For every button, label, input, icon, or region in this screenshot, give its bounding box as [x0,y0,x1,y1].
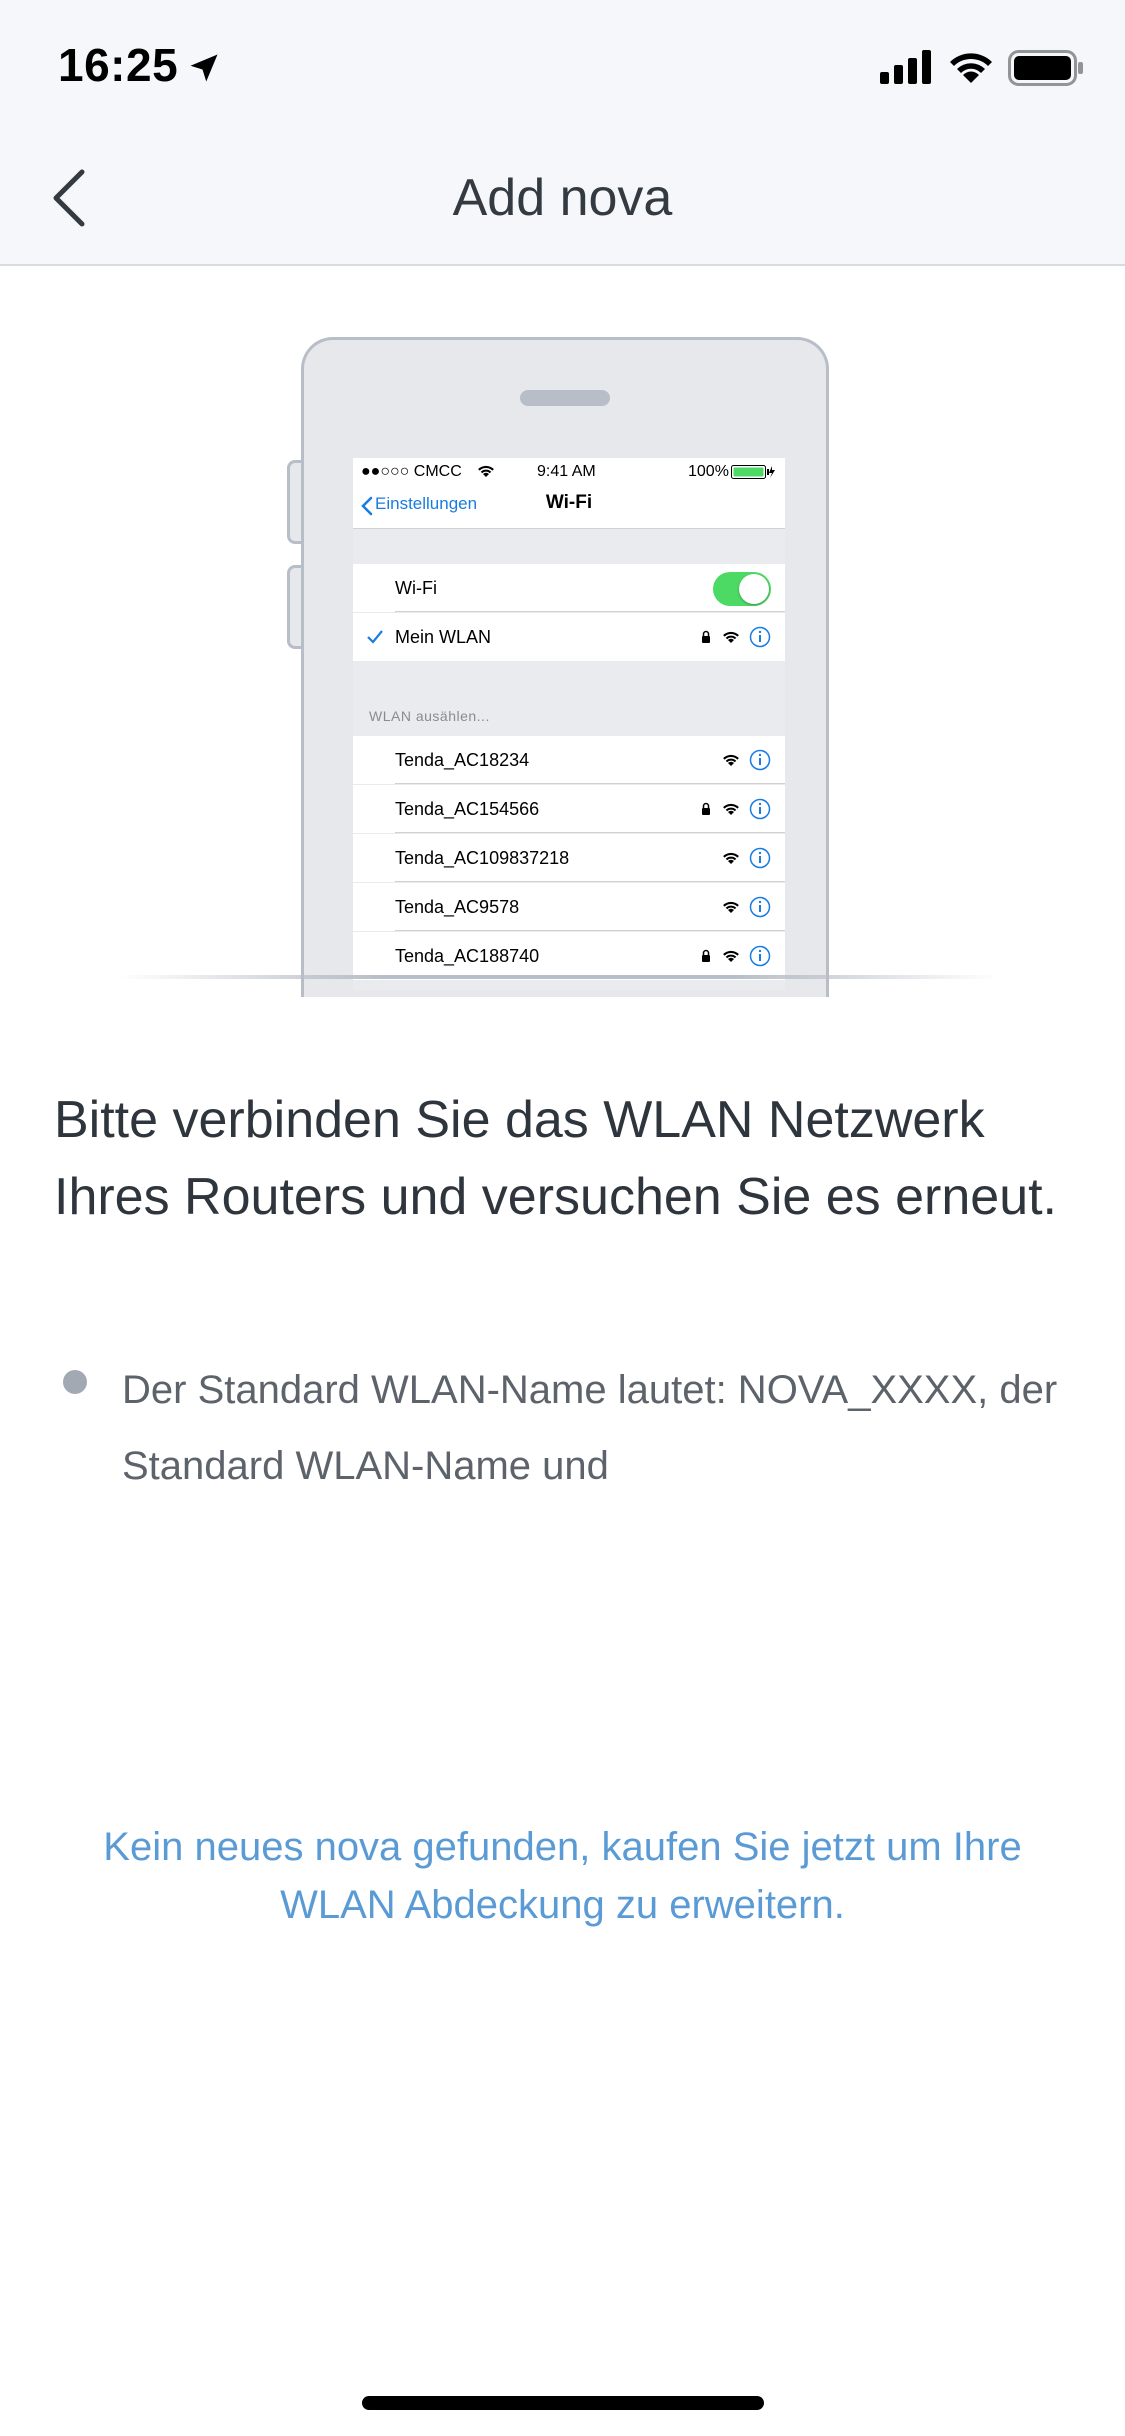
ios-network-row: Tenda_AC154566 [353,785,785,833]
network-status-icons [722,896,771,919]
battery-icon [1008,50,1083,86]
network-status-icons [722,847,771,870]
ios-wifi-toggle [713,572,771,606]
wifi-icon [950,53,992,83]
info-icon [749,847,771,869]
ios-status-bar: ●●○○○ CMCC 9:41 AM 100% [353,458,785,484]
network-name: Tenda_AC188740 [395,946,540,966]
wifi-strength-icon [723,803,739,815]
buy-nova-link[interactable]: Kein neues nova gefunden, kaufen Sie jet… [60,1818,1065,1934]
ios-battery-percent: 100% [688,463,729,480]
status-bar: 16:25 [0,0,1125,132]
page-title: Add nova [452,169,673,227]
phone-screen: ●●○○○ CMCC 9:41 AM 100% Einstellungen Wi… [353,458,785,990]
ios-wifi-icon [478,465,494,477]
network-name: Tenda_AC109837218 [395,848,570,868]
lock-icon [701,949,710,962]
ios-network-row: Tenda_AC9578 [353,883,785,931]
info-icon [749,798,771,820]
bullet-dot [63,1370,87,1394]
lock-icon [701,630,710,643]
ios-network-row: Tenda_AC18234 [353,736,785,784]
network-name: Tenda_AC18234 [395,750,530,770]
network-status-icons [722,749,771,772]
ios-carrier: ●●○○○ CMCC [361,463,462,480]
phone-wifi-illustration: ●●○○○ CMCC 9:41 AM 100% Einstellungen Wi… [118,330,998,997]
ios-section-label: WLAN ausählen... [369,708,490,724]
navigation-bar: Add nova [0,132,1125,266]
checkmark-icon [367,630,383,644]
info-icon [749,626,771,648]
ios-nav-bar: Einstellungen Wi-Fi [353,484,785,529]
cellular-signal-icon [880,50,931,84]
ios-wifi-toggle-row: Wi-Fi [353,564,785,612]
ios-network-row: Tenda_AC188740 [353,932,785,980]
status-time: 16:25 [58,39,179,91]
network-name: Tenda_AC9578 [395,897,520,917]
ios-network-row: Tenda_AC109837218 [353,834,785,882]
info-icon [749,749,771,771]
wifi-strength-icon [723,631,739,643]
phone-side-button [287,460,301,544]
wifi-strength-icon [723,901,739,913]
ios-wifi-label: Wi-Fi [395,578,437,598]
lock-icon [701,802,710,815]
wifi-strength-icon [723,754,739,766]
ios-connected-network-name: Mein WLAN [395,627,492,647]
ios-title: Wi-Fi [545,492,593,513]
network-status-icons [701,798,771,821]
location-arrow-icon [190,54,218,82]
network-name: Tenda_AC154566 [395,799,540,819]
instruction-bullet-text: Der Standard WLAN-Name lautet: NOVA_XXXX… [122,1368,1058,1488]
network-status-icons [701,626,771,649]
network-status-icons [701,945,771,968]
home-indicator [362,2396,764,2410]
illustration-floor-line [118,975,998,979]
phone-side-button [287,565,301,649]
instruction-headline: Bitte verbinden Sie das WLAN Netzwerk Ih… [54,1091,1058,1226]
ios-battery-icon [731,465,775,479]
wifi-strength-icon [723,950,739,962]
info-icon [749,896,771,918]
info-icon [749,945,771,967]
phone-speaker [520,390,610,406]
ios-time: 9:41 AM [537,463,596,480]
wifi-strength-icon [723,852,739,864]
ios-connected-network-row: Mein WLAN [353,613,785,661]
